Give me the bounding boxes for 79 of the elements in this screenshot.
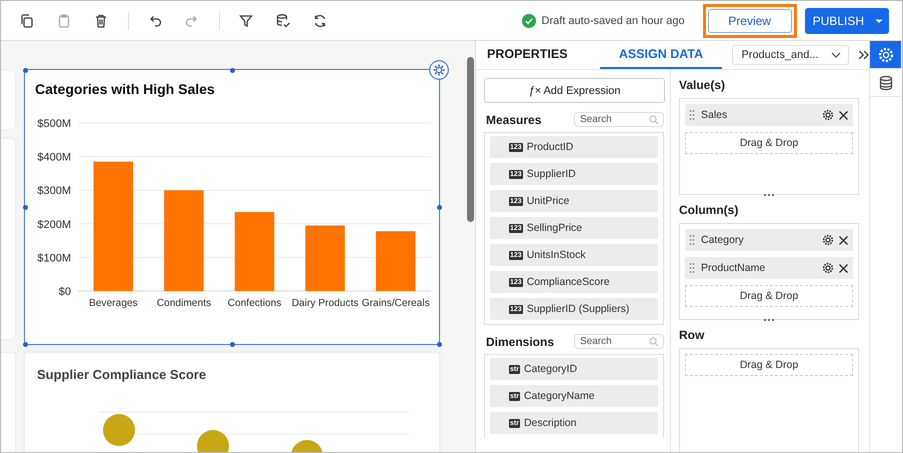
panel-tab[interactable]: PROPERTIES <box>476 41 600 69</box>
field-name: Sales <box>701 109 728 121</box>
field-name: Description <box>524 417 576 429</box>
resize-handle[interactable] <box>230 68 234 72</box>
x-category-label: Confections <box>228 298 282 309</box>
resize-grip-icon[interactable] <box>763 193 775 197</box>
resize-handle[interactable] <box>22 342 28 346</box>
y-tick-label: $0 <box>58 286 71 298</box>
autosave-status: Draft auto-saved an hour ago <box>542 14 685 26</box>
settings-icon[interactable] <box>822 109 834 121</box>
drag-grip-icon[interactable] <box>689 109 695 121</box>
drop-target[interactable]: Drag & Drop <box>685 285 853 307</box>
close-icon[interactable] <box>838 262 849 274</box>
drop-zone[interactable]: Sales Drag & Drop <box>679 98 859 195</box>
bar <box>305 225 345 291</box>
settings-icon[interactable] <box>429 60 449 80</box>
field-name: SellingPrice <box>526 222 582 234</box>
resize-handle[interactable] <box>22 68 28 72</box>
resize-handle[interactable] <box>230 342 234 346</box>
assigned-field[interactable]: ProductName <box>685 257 853 279</box>
resize-handle[interactable] <box>22 204 28 210</box>
field-name: UnitPrice <box>526 195 570 207</box>
drop-zone[interactable]: Drag & Drop <box>679 348 859 452</box>
search-icon <box>649 115 659 125</box>
search-field[interactable]: Search <box>574 334 664 349</box>
scatter-point <box>291 440 323 452</box>
search-icon <box>649 337 659 347</box>
chart-widget[interactable]: Supplier Compliance Score <box>25 353 439 452</box>
assigned-field[interactable]: Sales <box>685 104 853 126</box>
drag-grip-icon[interactable] <box>689 262 695 274</box>
x-category-label: Beverages <box>88 298 138 309</box>
x-category-label: Dairy Products <box>292 298 358 309</box>
drop-zone[interactable]: Category ProductName Drag & Drop <box>679 223 859 320</box>
add-expression-button[interactable]: ƒ× Add Expression <box>484 78 665 103</box>
panel-tab[interactable]: ASSIGN DATA <box>600 41 722 69</box>
bar <box>376 231 416 291</box>
field-name: Category <box>701 234 745 246</box>
resize-grip-icon[interactable] <box>763 318 775 322</box>
check-circle-icon <box>522 14 536 28</box>
y-tick-label: $300M <box>37 185 71 198</box>
section-title: Value(s) <box>679 78 726 92</box>
y-tick-label: $500M <box>37 118 71 130</box>
chart-title: Categories with High Sales <box>35 81 215 97</box>
resize-handle[interactable] <box>436 204 442 210</box>
search-field[interactable]: Search <box>574 112 664 127</box>
section-title: Column(s) <box>679 203 740 217</box>
y-tick-label: $400M <box>37 152 71 164</box>
field-name: UnitsInStock <box>526 249 586 261</box>
close-icon[interactable] <box>838 234 849 246</box>
close-icon[interactable] <box>838 110 849 120</box>
settings-icon[interactable] <box>822 234 834 246</box>
scatter-point <box>197 430 229 452</box>
datasource-dropdown[interactable]: Products_and... <box>732 45 849 65</box>
y-tick-label: $100M <box>37 252 71 264</box>
section-title: Row <box>679 328 706 342</box>
settings-icon[interactable] <box>822 262 834 274</box>
section-title: Dimensions <box>486 334 554 348</box>
field-name: SupplierID <box>526 168 576 180</box>
publish-button[interactable]: PUBLISH <box>804 8 889 34</box>
double-chevron-right-icon[interactable] <box>858 49 869 61</box>
field-name: SupplierID (Suppliers) <box>526 303 630 315</box>
drag-grip-icon[interactable] <box>689 234 695 246</box>
preview-button[interactable]: Preview <box>708 8 792 32</box>
x-category-label: Grains/Cereals <box>362 298 430 309</box>
scatter-point <box>103 414 135 446</box>
section-title: Measures <box>486 112 542 126</box>
chart-widget[interactable]: Categories with High Sales $500M $400M $300M $200M $100M $0 Beverages Condiments Confections Dairy Products Grains/Cereals <box>25 70 439 344</box>
field-name: CategoryID <box>524 363 578 375</box>
field-name: ProductID <box>526 141 574 153</box>
drop-target[interactable]: Drag & Drop <box>685 132 853 154</box>
drop-target[interactable]: Drag & Drop <box>685 354 853 376</box>
field-name: ComplianceScore <box>526 276 610 288</box>
field-name: ProductName <box>701 262 766 274</box>
y-tick-label: $200M <box>37 218 71 231</box>
chart-title: Supplier Compliance Score <box>37 367 208 382</box>
resize-handle[interactable] <box>436 342 442 346</box>
assigned-field[interactable]: Category <box>685 229 853 251</box>
x-category-label: Condiments <box>156 298 212 309</box>
field-name: CategoryName <box>524 390 595 402</box>
